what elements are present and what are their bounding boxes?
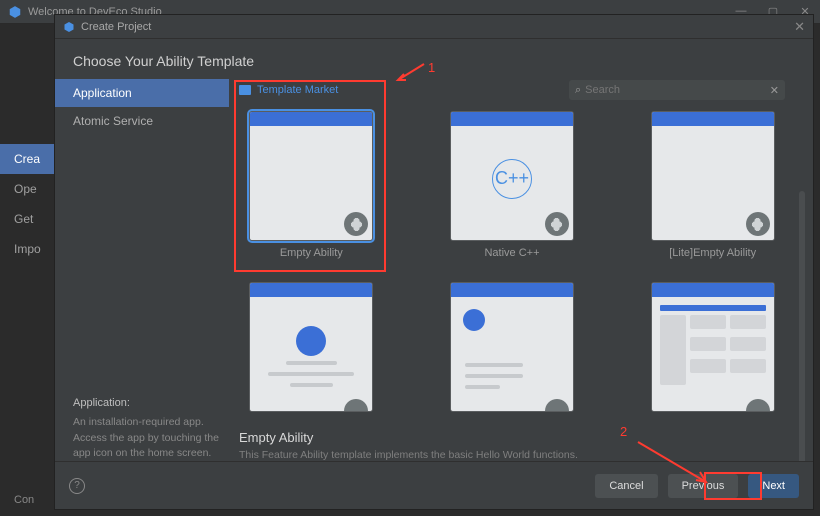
harmony-icon bbox=[344, 399, 368, 412]
template-market-label: Template Market bbox=[257, 84, 338, 96]
create-project-dialog: Create Project ✕ Choose Your Ability Tem… bbox=[54, 14, 814, 510]
deveco-logo-icon bbox=[63, 21, 75, 33]
category-desc-title: Application: bbox=[73, 397, 221, 409]
bg-sidebar-bottom: Con bbox=[14, 494, 34, 506]
tab-atomic-service[interactable]: Atomic Service bbox=[55, 107, 229, 135]
deveco-logo-icon bbox=[8, 5, 22, 19]
dialog-title: Create Project bbox=[81, 21, 794, 33]
dialog-titlebar: Create Project ✕ bbox=[55, 15, 813, 39]
template-thumb bbox=[651, 111, 775, 241]
dialog-close-icon[interactable]: ✕ bbox=[794, 19, 805, 35]
template-label: [Lite]Empty Ability bbox=[669, 247, 756, 259]
selected-template-description: Empty Ability This Feature Ability templ… bbox=[233, 424, 813, 461]
template-card-native-cpp[interactable]: C++ Native C++ bbox=[440, 111, 585, 268]
dialog-heading: Choose Your Ability Template bbox=[55, 39, 813, 79]
template-thumb bbox=[249, 282, 373, 412]
cancel-button[interactable]: Cancel bbox=[595, 474, 657, 498]
template-label: Native C++ bbox=[484, 247, 539, 259]
template-label: Empty Ability bbox=[280, 247, 343, 259]
bg-sidebar-item[interactable]: Get bbox=[0, 204, 54, 234]
harmony-icon bbox=[746, 212, 770, 236]
category-description: Application: An installation-required ap… bbox=[55, 397, 229, 461]
market-icon bbox=[239, 85, 251, 95]
bg-sidebar-item[interactable]: Ope bbox=[0, 174, 54, 204]
template-card-empty-ability[interactable]: Empty Ability bbox=[239, 111, 384, 268]
harmony-icon bbox=[545, 212, 569, 236]
right-panel: Template Market ⌕ ✕ E bbox=[233, 79, 813, 461]
selected-template-body: This Feature Ability template implements… bbox=[239, 449, 785, 461]
category-desc-body: An installation-required app. Access the… bbox=[73, 415, 221, 461]
scrollbar[interactable] bbox=[799, 191, 805, 461]
next-button[interactable]: Next bbox=[748, 474, 799, 498]
selected-template-title: Empty Ability bbox=[239, 430, 785, 445]
template-card-lite-empty[interactable]: [Lite]Empty Ability bbox=[640, 111, 785, 268]
template-card[interactable] bbox=[640, 282, 785, 421]
previous-button[interactable]: Previous bbox=[668, 474, 739, 498]
template-card[interactable] bbox=[440, 282, 585, 421]
template-thumb bbox=[651, 282, 775, 412]
help-icon[interactable]: ? bbox=[69, 478, 85, 494]
template-thumb bbox=[450, 282, 574, 412]
template-thumb bbox=[249, 111, 373, 241]
left-panel: Application Atomic Service Application: … bbox=[55, 79, 233, 461]
bg-sidebar: Crea Ope Get Impo Con bbox=[0, 24, 54, 516]
search-field[interactable]: ⌕ ✕ bbox=[569, 80, 785, 100]
bg-sidebar-item[interactable]: Impo bbox=[0, 234, 54, 264]
clear-search-icon[interactable]: ✕ bbox=[770, 84, 779, 97]
template-market-link[interactable]: Template Market bbox=[239, 84, 338, 96]
template-card[interactable] bbox=[239, 282, 384, 421]
search-input[interactable] bbox=[585, 84, 770, 96]
harmony-icon bbox=[545, 399, 569, 412]
harmony-icon bbox=[344, 212, 368, 236]
search-icon: ⌕ bbox=[575, 84, 581, 97]
dialog-footer: ? Cancel Previous Next bbox=[55, 461, 813, 509]
cpp-icon: C++ bbox=[492, 159, 532, 199]
template-grid: Empty Ability C++ Native C++ bbox=[233, 101, 813, 424]
template-thumb: C++ bbox=[450, 111, 574, 241]
bg-sidebar-item[interactable]: Crea bbox=[0, 144, 54, 174]
tab-application[interactable]: Application bbox=[55, 79, 229, 107]
